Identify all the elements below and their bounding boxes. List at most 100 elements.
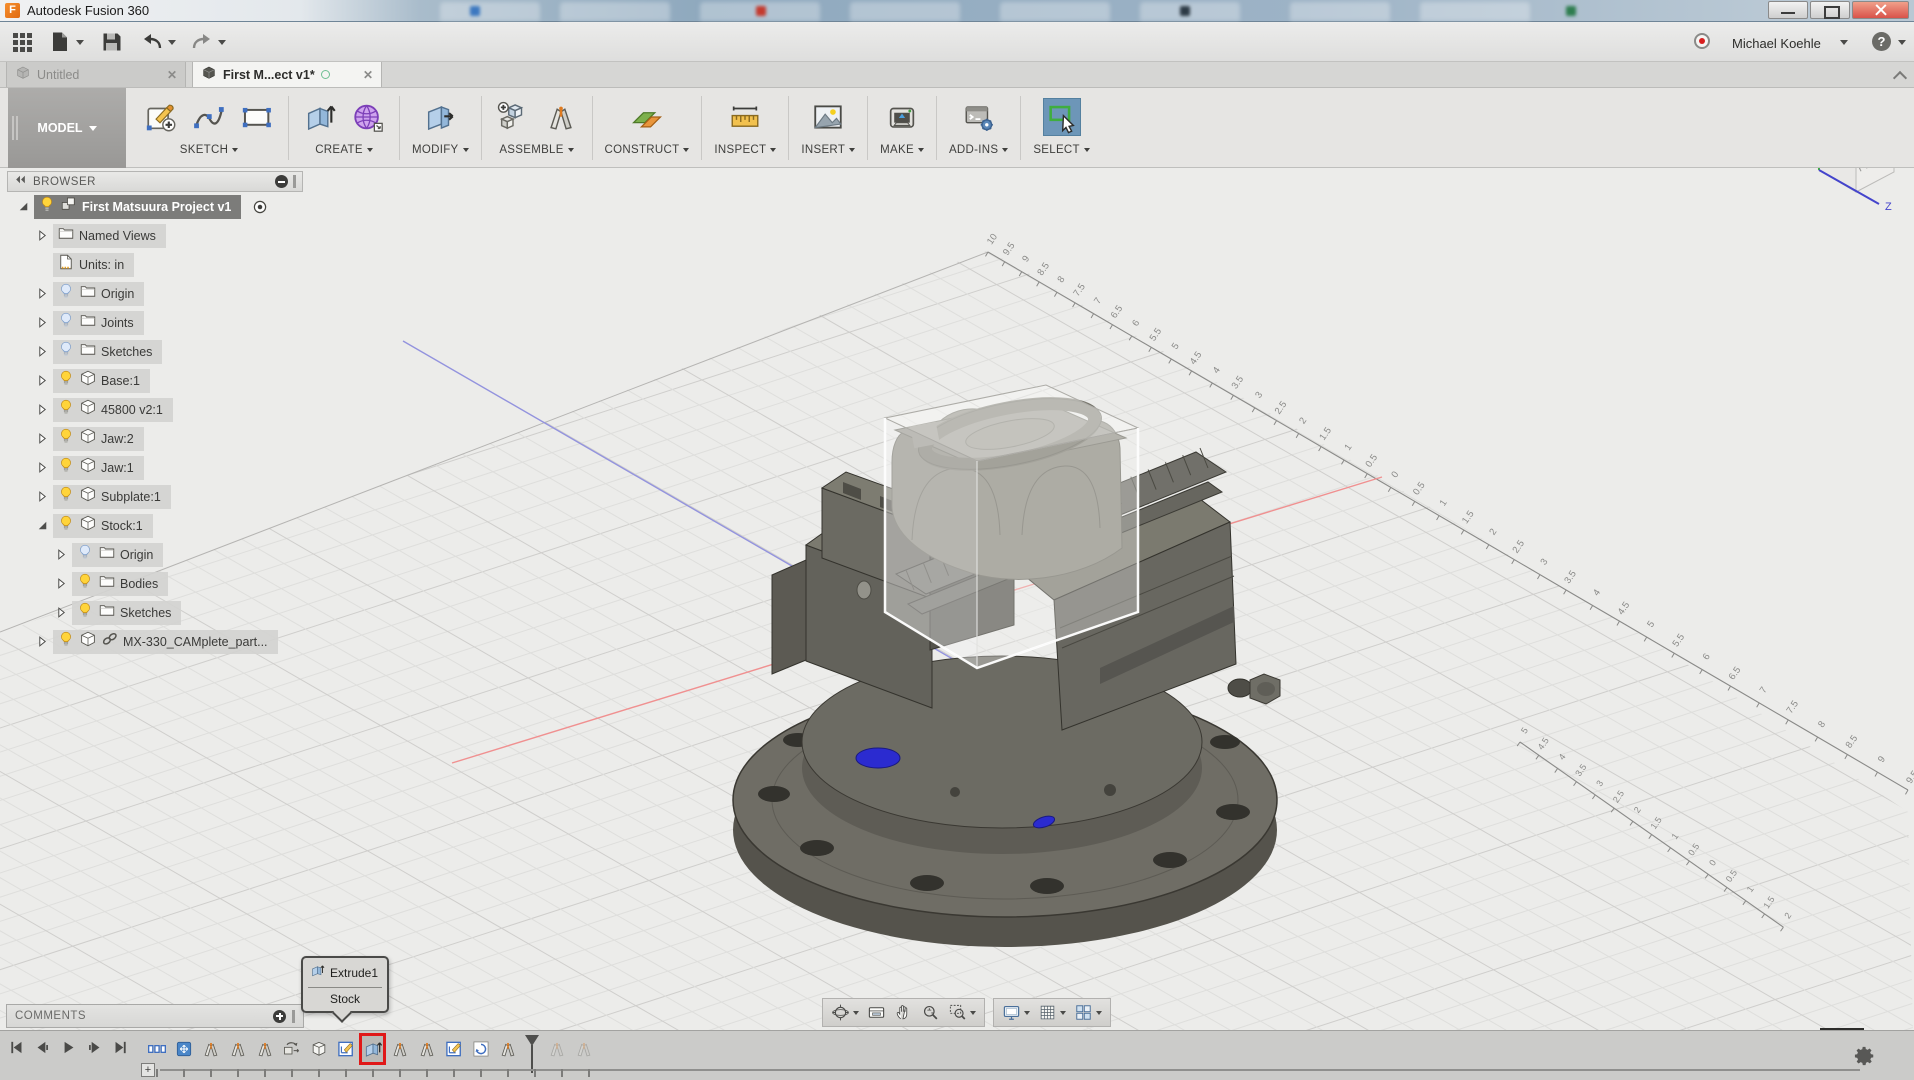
press-pull-button[interactable] (421, 98, 459, 136)
tree-item-bodies[interactable]: Bodies (7, 569, 303, 598)
visibility-bulb-icon[interactable] (57, 369, 75, 392)
extrude-button[interactable] (301, 98, 339, 136)
tree-item-first-matsuura-project-v1[interactable]: First Matsuura Project v1 (7, 192, 303, 221)
user-menu-caret[interactable] (1840, 40, 1848, 45)
tree-item-base-1[interactable]: Base:1 (7, 366, 303, 395)
go-to-end-button[interactable] (112, 1039, 129, 1056)
ribbon-menu-inspect[interactable]: INSPECT (714, 144, 777, 156)
maximize-button[interactable] (1810, 1, 1850, 19)
doc-tab-active[interactable]: First M...ect v1* ✕ (192, 62, 382, 87)
tree-item-stock-1[interactable]: Stock:1 (7, 511, 303, 540)
timeline-feature-sketch[interactable] (335, 1036, 356, 1062)
timeline-feature-components-marker[interactable] (146, 1036, 167, 1062)
file-icon[interactable] (48, 30, 72, 54)
expand-arrow-icon[interactable] (55, 548, 70, 561)
tree-item-45800-v2-1[interactable]: 45800 v2:1 (7, 395, 303, 424)
timeline-feature-joint[interactable] (389, 1036, 410, 1062)
expand-arrow-icon[interactable] (36, 229, 51, 242)
browser-scrollbar[interactable] (293, 175, 296, 188)
tree-item-mx-330-camplete-part-[interactable]: MX-330_CAMplete_part... (7, 627, 303, 656)
timeline-feature-joint[interactable] (200, 1036, 221, 1062)
undo-menu-caret[interactable] (168, 40, 176, 45)
new-component-button[interactable] (494, 98, 532, 136)
tree-item-jaw-2[interactable]: Jaw:2 (7, 424, 303, 453)
visibility-bulb-icon[interactable] (76, 601, 94, 624)
user-menu[interactable]: Michael Koehle (1732, 36, 1821, 51)
visibility-bulb-icon[interactable] (57, 630, 75, 653)
ribbon-menu-select[interactable]: SELECT (1033, 144, 1090, 156)
spline-button[interactable] (190, 98, 228, 136)
close-button[interactable] (1852, 1, 1909, 19)
help-icon[interactable]: ? (1872, 32, 1891, 51)
ribbon-menu-modify[interactable]: MODIFY (412, 144, 469, 156)
expand-arrow-icon[interactable] (36, 461, 51, 474)
play-button[interactable] (60, 1039, 77, 1056)
comments-scrollbar[interactable] (292, 1009, 295, 1023)
redo-icon[interactable] (190, 30, 214, 54)
timeline-feature-box[interactable] (308, 1036, 329, 1062)
pan-button[interactable] (890, 1003, 917, 1022)
step-forward-button[interactable] (86, 1039, 103, 1056)
add-comment-icon[interactable] (273, 1009, 286, 1023)
stock-box[interactable] (883, 384, 1140, 670)
viewports-button[interactable] (1070, 1003, 1106, 1022)
expand-arrow-icon[interactable] (17, 200, 32, 213)
step-back-button[interactable] (34, 1039, 51, 1056)
timeline-feature-sketch[interactable] (443, 1036, 464, 1062)
sketch-create-button[interactable] (142, 98, 180, 136)
tree-item-named-views[interactable]: Named Views (7, 221, 303, 250)
tree-item-units-in[interactable]: Units: in (7, 250, 303, 279)
grid-settings-button[interactable] (1034, 1003, 1070, 1022)
visibility-bulb-icon[interactable] (38, 195, 56, 218)
timeline-feature-joint[interactable] (416, 1036, 437, 1062)
file-menu-caret[interactable] (76, 40, 84, 45)
timeline-feature-joint[interactable] (573, 1036, 594, 1062)
app-grid-icon[interactable] (10, 30, 34, 54)
timeline-track[interactable] (160, 1069, 1860, 1071)
comments-panel[interactable]: COMMENTS (6, 1004, 304, 1028)
measure-button[interactable] (726, 98, 764, 136)
display-settings-button[interactable] (998, 1003, 1034, 1022)
expand-arrow-icon[interactable] (36, 316, 51, 329)
ribbon-menu-sketch[interactable]: SKETCH (180, 144, 239, 156)
tree-item-jaw-1[interactable]: Jaw:1 (7, 453, 303, 482)
ribbon-menu-assemble[interactable]: ASSEMBLE (499, 144, 574, 156)
visibility-bulb-icon[interactable] (57, 311, 75, 334)
select-tool-button[interactable] (1042, 98, 1081, 136)
go-to-start-button[interactable] (8, 1039, 25, 1056)
look-at-button[interactable] (863, 1003, 890, 1022)
joint-button[interactable] (542, 98, 580, 136)
activate-component-radio[interactable] (251, 198, 269, 216)
rectangle-button[interactable] (238, 98, 276, 136)
expand-arrow-icon[interactable] (36, 345, 51, 358)
visibility-bulb-icon[interactable] (57, 427, 75, 450)
timeline-feature-joint[interactable] (227, 1036, 248, 1062)
visibility-bulb-icon[interactable] (57, 514, 75, 537)
visibility-bulb-icon[interactable] (76, 572, 94, 595)
expand-arrow-icon[interactable] (36, 432, 51, 445)
doc-tab-untitled[interactable]: Untitled ✕ (6, 62, 186, 87)
insert-image-button[interactable] (809, 98, 847, 136)
tree-item-origin[interactable]: Origin (7, 279, 303, 308)
tree-item-sketches[interactable]: Sketches (7, 598, 303, 627)
ribbon-menu-insert[interactable]: INSERT (801, 144, 856, 156)
tree-item-origin[interactable]: Origin (7, 540, 303, 569)
expand-arrow-icon[interactable] (36, 374, 51, 387)
expand-arrow-icon[interactable] (36, 519, 51, 532)
orbit-button[interactable] (827, 1003, 863, 1022)
close-tab-icon[interactable]: ✕ (363, 68, 373, 82)
ribbon-menu-construct[interactable]: CONSTRUCT (605, 144, 690, 156)
visibility-bulb-icon[interactable] (76, 543, 94, 566)
tree-item-joints[interactable]: Joints (7, 308, 303, 337)
form-button[interactable] (349, 98, 387, 136)
help-menu-caret[interactable] (1898, 40, 1906, 45)
record-indicator-icon[interactable] (1694, 33, 1710, 49)
ribbon-menu-create[interactable]: CREATE (315, 144, 373, 156)
timeline-feature-derive[interactable] (470, 1036, 491, 1062)
close-tab-icon[interactable]: ✕ (167, 68, 177, 82)
save-icon[interactable] (100, 30, 124, 54)
make-3d-print-button[interactable] (883, 98, 921, 136)
visibility-bulb-icon[interactable] (57, 485, 75, 508)
gear-icon[interactable] (1854, 1045, 1876, 1067)
zoom-button[interactable] (917, 1003, 944, 1022)
